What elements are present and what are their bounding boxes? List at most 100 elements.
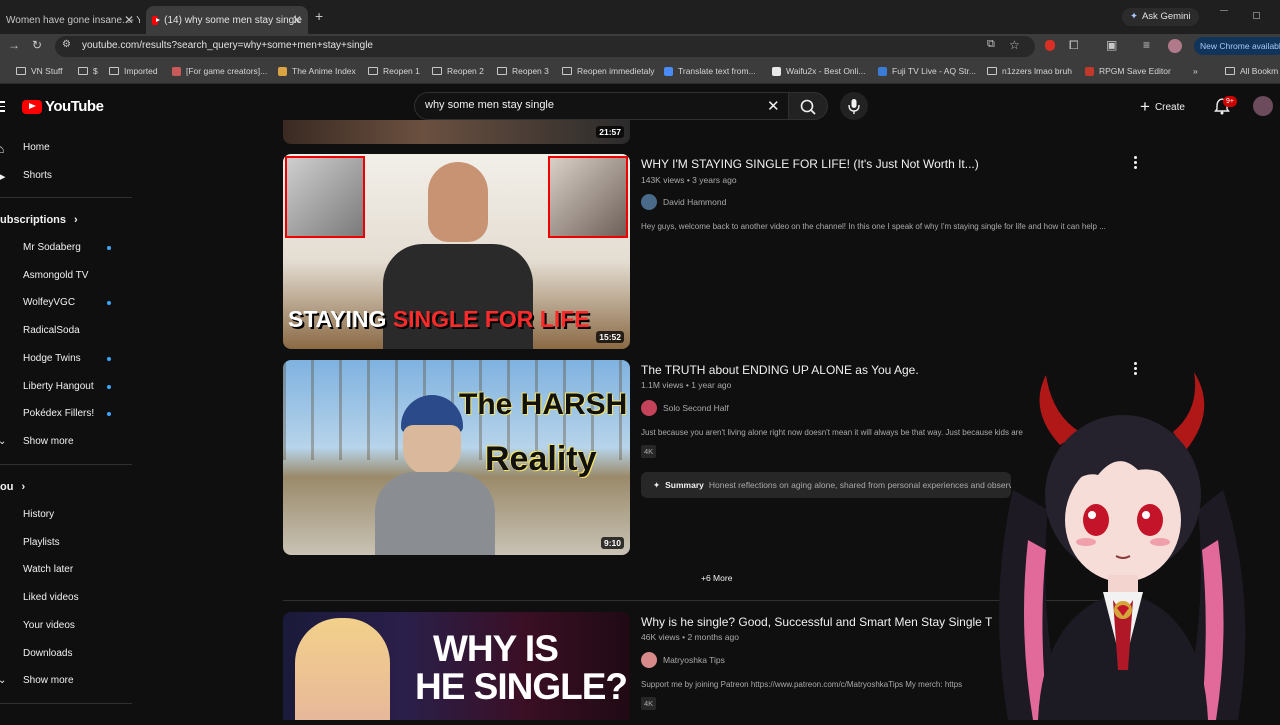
folder-icon bbox=[1225, 67, 1235, 75]
extensions-puzzle-icon[interactable]: ⧠ bbox=[1069, 38, 1079, 53]
channel-avatar bbox=[641, 652, 657, 668]
profile-avatar[interactable] bbox=[1168, 39, 1182, 53]
new-content-dot bbox=[107, 412, 111, 416]
bookmark-folder[interactable]: Imported bbox=[109, 66, 158, 76]
bookmark-folder[interactable]: $ bbox=[78, 66, 98, 76]
site-favicon-icon bbox=[1085, 66, 1094, 76]
sidebar-sub-item[interactable]: Hodge Twins bbox=[23, 353, 81, 364]
ai-summary-panel[interactable]: ✦ Summary Honest reflections on aging al… bbox=[641, 472, 1011, 498]
split-view-icon[interactable]: ▣ bbox=[1106, 38, 1117, 52]
clear-search-icon[interactable]: ✕ bbox=[767, 97, 780, 115]
restore-icon[interactable] bbox=[1253, 12, 1260, 19]
you-label: ou bbox=[0, 481, 14, 493]
forward-icon[interactable]: → bbox=[8, 38, 20, 52]
sidebar-sub-item[interactable]: RadicalSoda bbox=[23, 325, 80, 336]
video-thumbnail[interactable]: 21:57 bbox=[283, 120, 630, 144]
close-icon[interactable]: ✕ bbox=[292, 13, 302, 27]
bookmark-label: Reopen immedietaly bbox=[577, 66, 655, 76]
sidebar-sub-item[interactable]: WolfeyVGC bbox=[23, 297, 75, 308]
bookmark-label: n1zzers lmao bruh bbox=[1002, 66, 1072, 76]
bookmark-label: Waifu2x - Best Onli... bbox=[786, 66, 866, 76]
search-input[interactable]: why some men stay single bbox=[425, 99, 554, 111]
ask-gemini-label: Ask Gemini bbox=[1141, 11, 1191, 22]
sidebar-item-history[interactable]: History bbox=[23, 509, 54, 520]
minimize-icon[interactable] bbox=[1220, 10, 1228, 11]
more-actions-icon[interactable] bbox=[1134, 156, 1137, 171]
thumbnail-caption: HE SINGLE? bbox=[415, 666, 628, 707]
home-icon: ⌂ bbox=[0, 142, 5, 156]
video-title[interactable]: The TRUTH about ENDING UP ALONE as You A… bbox=[641, 363, 919, 377]
vtuber-character-image bbox=[999, 372, 1246, 720]
account-avatar[interactable] bbox=[1253, 96, 1273, 116]
close-icon[interactable]: ✕ bbox=[124, 13, 134, 27]
chevron-down-icon: ⌄ bbox=[0, 436, 7, 447]
thumbnail-person-body bbox=[383, 244, 533, 349]
sidebar-item-shorts[interactable]: Shorts bbox=[23, 170, 52, 181]
bookmark-folder[interactable]: VN Stuff bbox=[16, 66, 63, 76]
site-info-icon[interactable]: ⚙ bbox=[62, 39, 71, 50]
video-title[interactable]: Why is he single? Good, Successful and S… bbox=[641, 615, 997, 629]
summary-label: Summary bbox=[665, 480, 704, 490]
bookmark-label: Translate text from... bbox=[678, 66, 756, 76]
url-text: youtube.com/results?search_query=why+som… bbox=[82, 40, 373, 51]
video-thumbnail[interactable]: WHY IS HE SINGLE? bbox=[283, 612, 630, 720]
video-thumbnail[interactable]: The HARSH Reality 9:10 bbox=[283, 360, 630, 555]
browser-tab[interactable]: Women have gone insane...- Yo ✕ bbox=[0, 6, 140, 34]
sidebar-item-watch-later[interactable]: Watch later bbox=[23, 564, 73, 575]
sidebar-sub-item[interactable]: Pokédex Fillers! bbox=[23, 408, 94, 419]
site-favicon-icon bbox=[278, 66, 287, 76]
ask-gemini-button[interactable]: ✦ Ask Gemini bbox=[1122, 8, 1199, 26]
folder-icon bbox=[109, 67, 119, 75]
video-thumbnail[interactable]: STAYING SINGLE FOR LIFE 15:52 bbox=[283, 154, 630, 349]
bookmark-label: VN Stuff bbox=[31, 66, 63, 76]
thumbnail-inset-image bbox=[285, 156, 365, 238]
channel-link[interactable]: Matryoshka Tips bbox=[641, 652, 725, 668]
bookmark-link[interactable]: Waifu2x - Best Onli... bbox=[772, 66, 866, 76]
bookmarks-overflow-icon[interactable]: » bbox=[1193, 66, 1198, 76]
folder-icon bbox=[78, 67, 88, 75]
sidebar-item-downloads[interactable]: Downloads bbox=[23, 648, 72, 659]
show-more-results-button[interactable]: +6 More bbox=[701, 573, 732, 583]
voice-search-button[interactable] bbox=[840, 92, 868, 120]
youtube-logo[interactable]: YouTube bbox=[22, 98, 104, 115]
bookmark-folder[interactable]: n1zzers lmao bruh bbox=[987, 66, 1072, 76]
channel-link[interactable]: David Hammond bbox=[641, 194, 726, 210]
create-button[interactable]: + Create bbox=[1140, 97, 1185, 117]
install-app-icon[interactable]: ⧉ bbox=[987, 38, 995, 51]
sidebar-item-playlists[interactable]: Playlists bbox=[23, 537, 60, 548]
bookmark-folder[interactable]: Reopen 1 bbox=[368, 66, 420, 76]
sidebar-show-more[interactable]: Show more bbox=[23, 436, 74, 447]
sidebar-item-your-videos[interactable]: Your videos bbox=[23, 620, 75, 631]
sidebar-sub-item[interactable]: Liberty Hangout bbox=[23, 381, 94, 392]
new-tab-icon[interactable]: + bbox=[315, 8, 323, 24]
bookmark-link[interactable]: RPGM Save Editor bbox=[1085, 66, 1171, 76]
bookmark-link[interactable]: The Anime Index bbox=[278, 66, 356, 76]
bookmark-folder[interactable]: Reopen 2 bbox=[432, 66, 484, 76]
plus-icon: + bbox=[1140, 97, 1150, 116]
new-chrome-available-button[interactable]: New Chrome available bbox=[1194, 37, 1280, 55]
search-button[interactable] bbox=[788, 92, 828, 120]
bookmark-link[interactable]: Translate text from... bbox=[664, 66, 756, 76]
video-title[interactable]: WHY I'M STAYING SINGLE FOR LIFE! (It's J… bbox=[641, 157, 979, 171]
bookmark-folder[interactable]: Reopen immedietaly bbox=[562, 66, 654, 76]
reload-icon[interactable]: ↻ bbox=[32, 38, 42, 52]
sidebar-subscriptions-heading[interactable]: ubscriptions › bbox=[0, 214, 78, 226]
extension-shield-icon[interactable] bbox=[1045, 40, 1055, 51]
channel-link[interactable]: Solo Second Half bbox=[641, 400, 729, 416]
sidebar-sub-item[interactable]: Mr Sodaberg bbox=[23, 242, 81, 253]
all-bookmarks[interactable]: All Bookm bbox=[1225, 66, 1278, 76]
bookmark-link[interactable]: [For game creators]... bbox=[172, 66, 267, 76]
channel-name: Solo Second Half bbox=[663, 403, 729, 413]
sidebar-sub-item[interactable]: Asmongold TV bbox=[23, 270, 88, 281]
sidebar-you-heading[interactable]: ou › bbox=[0, 481, 25, 493]
menu-icon[interactable] bbox=[0, 101, 6, 112]
thumbnail-caption: STAYING SINGLE FOR LIFE bbox=[288, 306, 590, 332]
bookmark-link[interactable]: Fuji TV Live - AQ Str... bbox=[878, 66, 976, 76]
sidebar-item-home[interactable]: Home bbox=[23, 142, 50, 153]
media-control-icon[interactable]: ≡ bbox=[1143, 38, 1150, 52]
bookmark-folder[interactable]: Reopen 3 bbox=[497, 66, 549, 76]
sidebar-item-liked-videos[interactable]: Liked videos bbox=[23, 592, 79, 603]
sidebar-show-more[interactable]: Show more bbox=[23, 675, 74, 686]
browser-tab-active[interactable]: (14) why some men stay single ✕ bbox=[146, 6, 308, 34]
bookmark-star-icon[interactable]: ☆ bbox=[1009, 38, 1020, 52]
